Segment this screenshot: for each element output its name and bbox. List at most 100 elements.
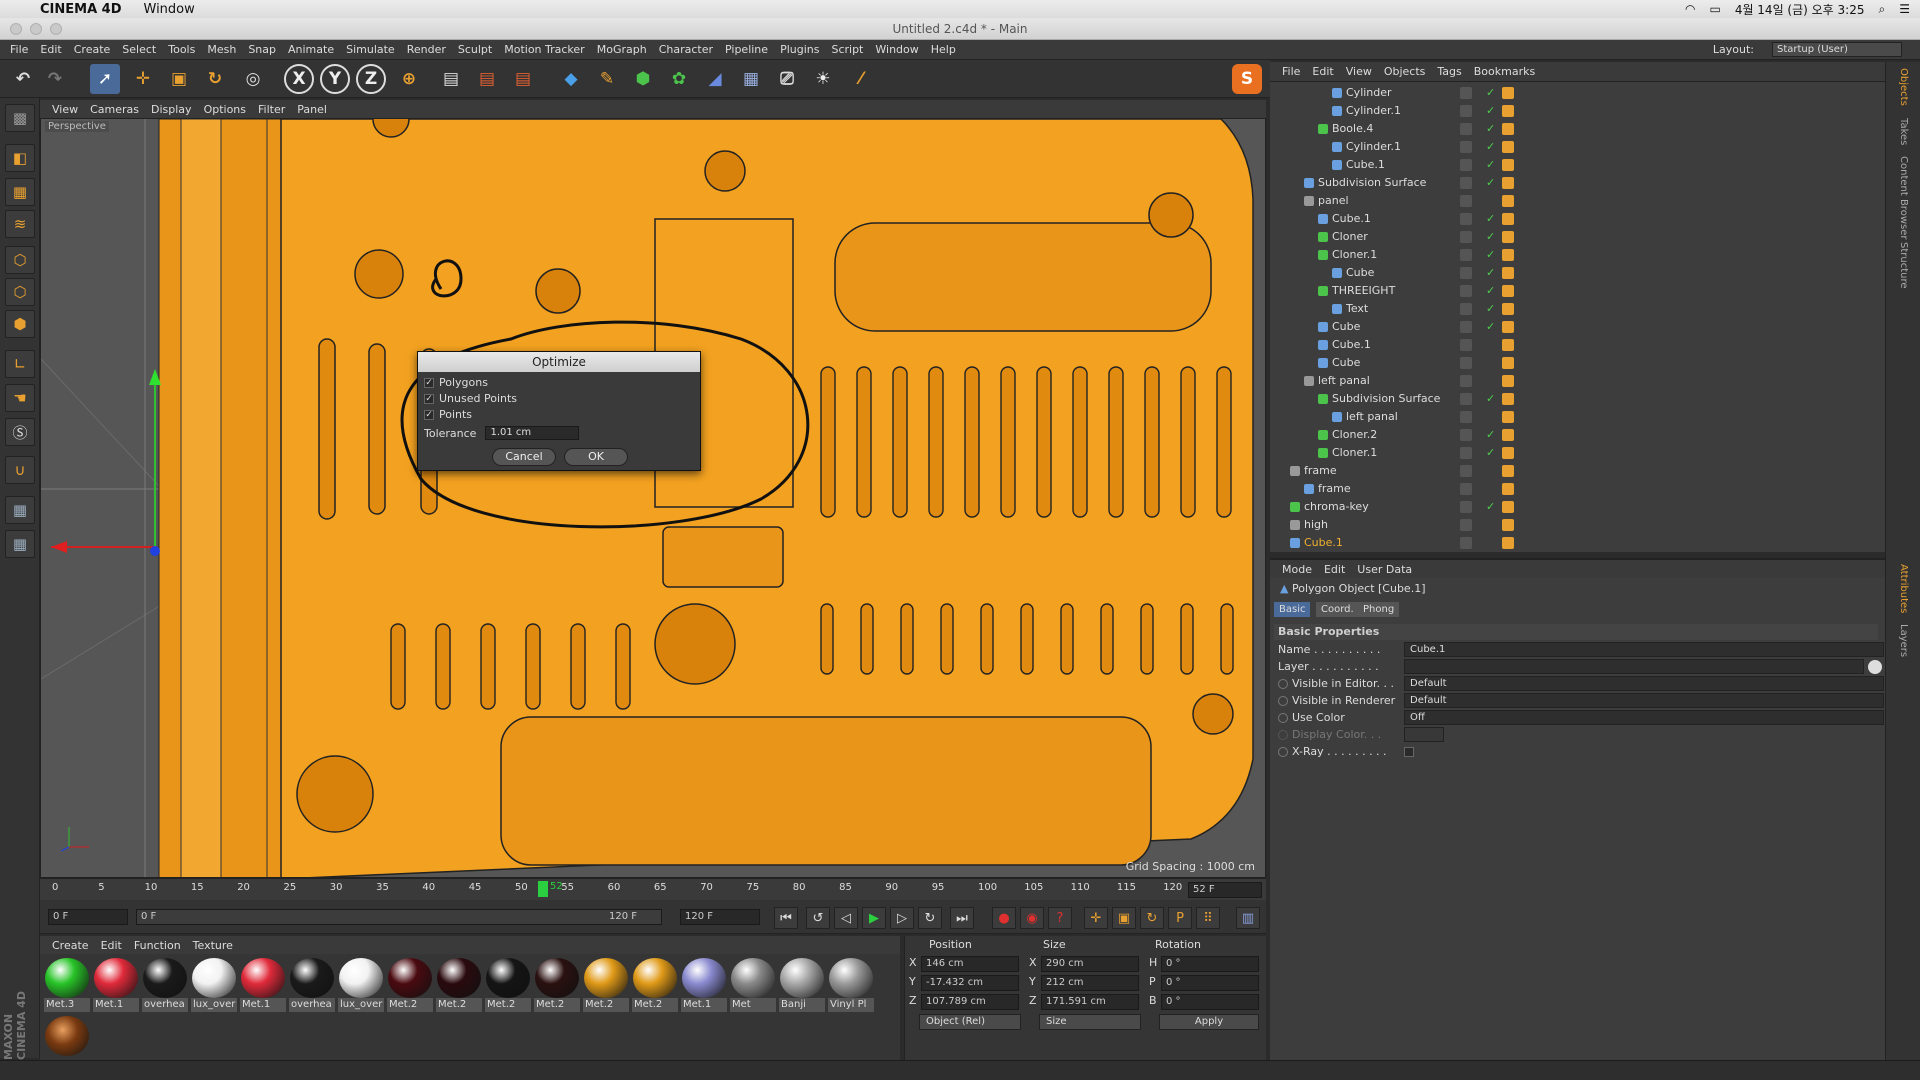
cloner-icon[interactable]: ✿ [664,64,694,94]
layer-flag-icon[interactable] [1460,411,1472,423]
attr-menu-user-data[interactable]: User Data [1357,563,1412,576]
layer-flag-icon[interactable] [1460,483,1472,495]
light-icon[interactable]: ☀ [808,64,838,94]
layer-flag-icon[interactable] [1460,195,1472,207]
key-pla-icon[interactable]: ⠿ [1196,907,1220,929]
object-row[interactable]: Cloner ✓ [1270,228,1885,246]
animate-dot-icon[interactable] [1278,747,1288,757]
layer-flag-icon[interactable] [1460,123,1472,135]
obj-menu-bookmarks[interactable]: Bookmarks [1474,65,1535,78]
material-swatch[interactable]: Met.1 [240,958,286,1016]
size-input[interactable]: 290 cm [1041,956,1139,972]
object-row[interactable]: Cube [1270,354,1885,372]
menu-select[interactable]: Select [122,43,156,56]
material-swatch[interactable]: Met.2 [632,958,678,1016]
menu-script[interactable]: Script [831,43,863,56]
key-scale-icon[interactable]: ▣ [1112,907,1136,929]
tag-icon[interactable] [1502,195,1514,207]
enabled-check-icon[interactable]: ✓ [1486,390,1495,408]
tag-icon[interactable] [1502,105,1514,117]
layer-flag-icon[interactable] [1460,447,1472,459]
points-mode-icon[interactable]: ⬡ [5,246,35,274]
timeline-playhead[interactable] [538,881,548,897]
cancel-button[interactable]: Cancel [492,448,556,466]
animate-dot-icon[interactable] [1278,696,1288,706]
layer-flag-icon[interactable] [1460,501,1472,513]
enabled-check-icon[interactable]: ✓ [1486,84,1495,102]
rotate-tool-icon[interactable]: ↻ [200,64,230,94]
visible-in-renderer-dropdown[interactable]: Default [1404,693,1884,708]
viewport-menu-cameras[interactable]: Cameras [90,103,139,116]
material-swatch[interactable]: Met.2 [583,958,629,1016]
attr-tab-phong[interactable]: Phong [1358,602,1400,617]
tag-icon[interactable] [1502,393,1514,405]
material-swatch[interactable]: Met.1 [681,958,727,1016]
enabled-check-icon[interactable]: ✓ [1486,498,1495,516]
layer-flag-icon[interactable] [1460,105,1472,117]
option-unused-points[interactable]: ✓ Unused Points [424,392,517,405]
visible-in-editor-dropdown[interactable]: Default [1404,676,1884,691]
menu-mograph[interactable]: MoGraph [597,43,647,56]
tag-icon[interactable] [1502,537,1514,549]
tag-icon[interactable] [1502,519,1514,531]
obj-menu-view[interactable]: View [1346,65,1372,78]
enabled-check-icon[interactable]: ✓ [1486,102,1495,120]
layer-flag-icon[interactable] [1460,159,1472,171]
animate-dot-icon[interactable] [1278,713,1288,723]
render-view-icon[interactable]: ▤ [436,64,466,94]
timeline-window-icon[interactable]: ▥ [1236,907,1260,929]
viewport-menu-filter[interactable]: Filter [258,103,285,116]
layer-flag-icon[interactable] [1460,87,1472,99]
enabled-check-icon[interactable]: ✓ [1486,120,1495,138]
enabled-check-icon[interactable]: ✓ [1486,156,1495,174]
object-row[interactable]: Cylinder.1 ✓ [1270,102,1885,120]
tag-icon[interactable] [1502,159,1514,171]
obj-menu-objects[interactable]: Objects [1384,65,1426,78]
object-row[interactable]: THREEIGHT ✓ [1270,282,1885,300]
material-swatch[interactable]: overhea [142,958,188,1016]
next-frame-icon[interactable]: ▷ [890,907,914,929]
material-swatch[interactable]: Vinyl Pl [828,958,874,1016]
zoom-window-button[interactable] [50,23,62,35]
y-axis-lock-button[interactable]: Y [320,64,350,94]
spline-pen-icon[interactable]: ✎ [592,64,622,94]
tweak-mode-icon[interactable]: ☚ [5,384,35,412]
z-axis-lock-button[interactable]: Z [356,64,386,94]
viewport-menu-panel[interactable]: Panel [297,103,327,116]
tag-icon[interactable] [1502,339,1514,351]
viewport-camera-label[interactable]: Perspective [45,121,109,132]
coordinate-mode-dropdown[interactable]: Object (Rel) [919,1014,1021,1030]
material-swatch[interactable]: Met.2 [534,958,580,1016]
search-icon[interactable]: ⌕ [1879,2,1886,17]
viewport-menu-view[interactable]: View [52,103,78,116]
tag-icon[interactable] [1502,249,1514,261]
next-key-icon[interactable]: ↻ [918,907,942,929]
material-menu-edit[interactable]: Edit [101,939,122,952]
layer-flag-icon[interactable] [1460,465,1472,477]
render-picture-viewer-icon[interactable]: ▤ [472,64,502,94]
attr-menu-mode[interactable]: Mode [1282,563,1312,576]
x-axis-lock-button[interactable]: X [284,64,314,94]
rotation-input[interactable]: 0 ° [1161,975,1259,991]
layer-flag-icon[interactable] [1460,177,1472,189]
camera-icon[interactable]: ⎚ [772,64,802,94]
menu-motion-tracker[interactable]: Motion Tracker [504,43,584,56]
tag-icon[interactable] [1502,375,1514,387]
material-menu-function[interactable]: Function [134,939,181,952]
cube-primitive-icon[interactable]: ◆ [556,64,586,94]
layer-flag-icon[interactable] [1460,519,1472,531]
object-row[interactable]: Cylinder ✓ [1270,84,1885,102]
tag-icon[interactable] [1502,285,1514,297]
material-swatch[interactable]: Met.2 [436,958,482,1016]
object-row[interactable]: Cube.1 ✓ [1270,210,1885,228]
workplane-grid-icon[interactable]: ▦ [5,496,35,524]
menu-plugins[interactable]: Plugins [780,43,819,56]
side-tab-takes[interactable]: Takes [1898,118,1909,145]
layer-flag-icon[interactable] [1460,231,1472,243]
edit-render-settings-icon[interactable]: ▤ [508,64,538,94]
material-menu-texture[interactable]: Texture [193,939,233,952]
previous-frame-icon[interactable]: ◁ [834,907,858,929]
size-input[interactable]: 171.591 cm [1041,994,1139,1010]
object-row[interactable]: Cloner.2 ✓ [1270,426,1885,444]
menu-tools[interactable]: Tools [168,43,195,56]
